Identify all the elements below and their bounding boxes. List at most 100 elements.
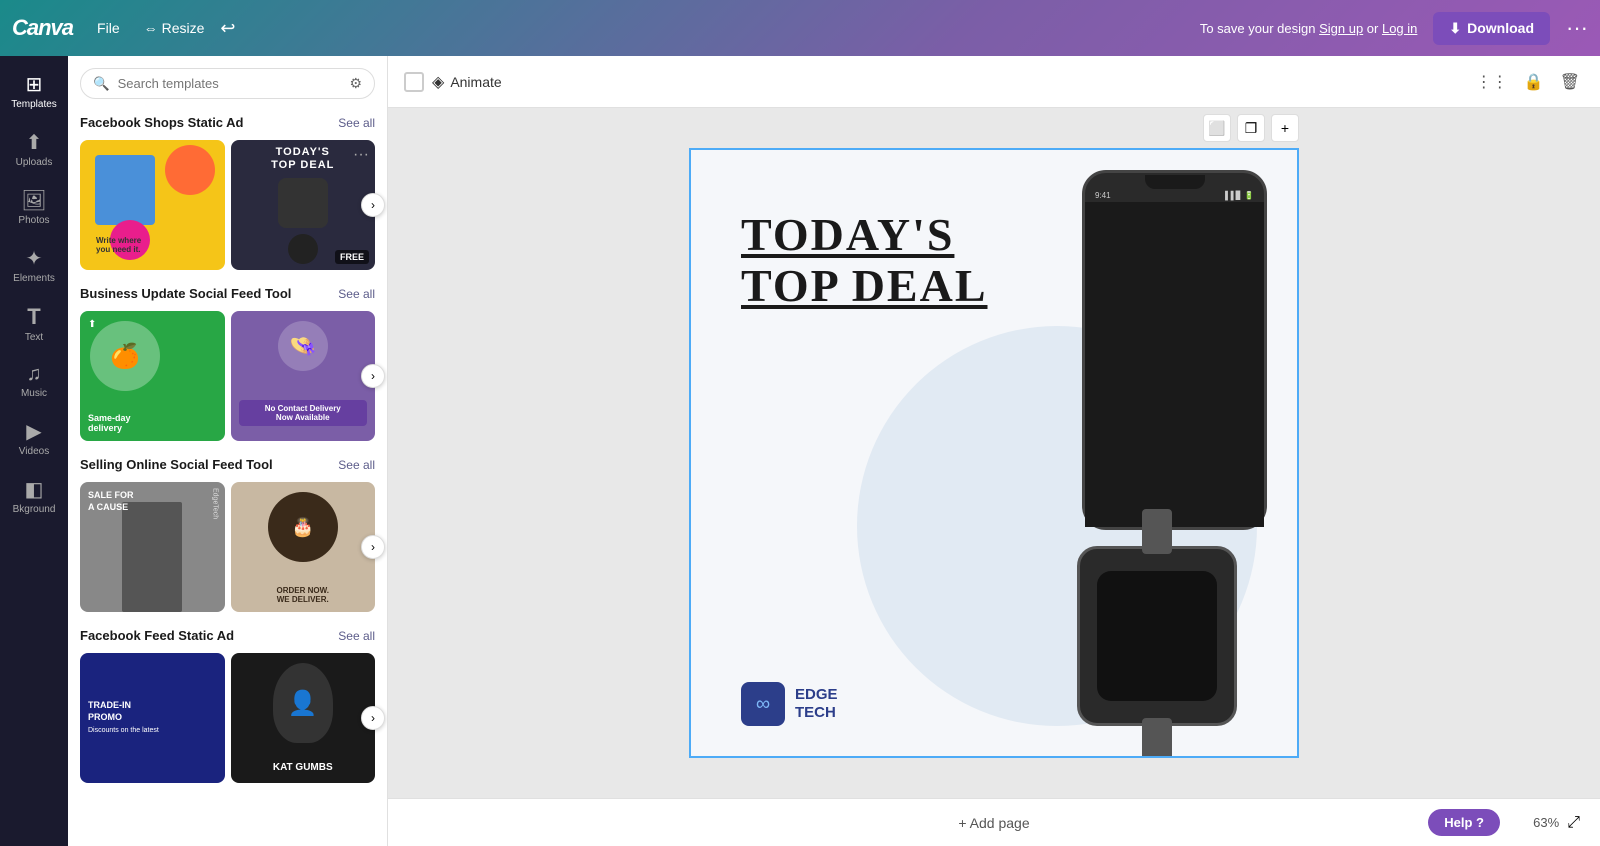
videos-icon: ▶ — [26, 419, 41, 444]
save-prompt: To save your design Sign up or Log in — [1200, 21, 1418, 36]
section-title-selling-online: Selling Online Social Feed Tool — [80, 457, 273, 472]
zoom-expand-button[interactable]: ⤢ — [1567, 814, 1580, 832]
more-options-button[interactable]: ··· — [1566, 15, 1588, 41]
sidebar-item-templates[interactable]: ⊞ Templates — [4, 64, 64, 118]
sidebar-item-photos[interactable]: 🖼 Photos — [4, 180, 64, 234]
brand-text: EDGE TECH — [795, 686, 838, 722]
watch-band-top — [1142, 509, 1172, 554]
see-all-business-update[interactable]: See all — [338, 287, 375, 301]
animate-button[interactable]: ◈ Animate — [432, 72, 502, 92]
section-header-business-update: Business Update Social Feed Tool See all — [80, 286, 375, 301]
bottom-bar: + Add page 63% ⤢ Help ? — [388, 798, 1600, 846]
watch-band-bottom — [1142, 718, 1172, 758]
template-card-fb1[interactable]: Write whereyou need it. — [80, 140, 225, 270]
template-card-fb2[interactable]: ··· TODAY'STOP DEAL FREE — [231, 140, 376, 270]
phone-status-bar: 9:41 ▐▐ ▊ 🔋 — [1085, 189, 1264, 202]
template-card-bu2[interactable]: 👒 No Contact DeliveryNow Available — [231, 311, 376, 441]
grid-view-button[interactable]: ⋮⋮ — [1472, 68, 1512, 96]
watch-screen — [1097, 571, 1217, 701]
carousel-arrow-facebook-feed[interactable]: › — [361, 706, 385, 730]
canvas-area: ◈ Animate ⋮⋮ 🔒 🗑 ⬜ ❐ + — [388, 56, 1600, 846]
file-menu[interactable]: File — [89, 16, 128, 40]
topbar: Canva File ⇔ Resize ↩ To save your desig… — [0, 0, 1600, 56]
add-page-button[interactable]: + Add page — [958, 815, 1029, 831]
phone-mockup[interactable]: 9:41 ▐▐ ▊ 🔋 — [1082, 170, 1267, 530]
template-grid-business-update: 🍊 Same-daydelivery ⬆ 👒 No Contact Delive… — [80, 311, 375, 441]
lock-button[interactable]: 🔒 — [1520, 68, 1548, 96]
section-header-selling-online: Selling Online Social Feed Tool See all — [80, 457, 375, 472]
free-badge-fb2: FREE — [335, 250, 369, 264]
canvas-brand-logo[interactable]: ∞ EDGE TECH — [741, 682, 838, 726]
design-canvas[interactable]: TODAY'S TOP DEAL 9:41 ▐▐ ▊ 🔋 — [689, 148, 1299, 758]
phone-icons: ▐▐ ▊ 🔋 — [1222, 191, 1254, 200]
template-card-ff2[interactable]: 👤 KAT GUMBS — [231, 653, 376, 783]
sidebar-item-background[interactable]: ◧ Bkground — [4, 469, 64, 523]
main-layout: ⊞ Templates ⬆ Uploads 🖼 Photos ✦ Element… — [0, 56, 1600, 846]
section-title-facebook-shops: Facebook Shops Static Ad — [80, 115, 244, 130]
carousel-arrow-facebook-shops[interactable]: › — [361, 193, 385, 217]
search-icon-button[interactable]: 🔍 — [93, 76, 110, 92]
phone-notch — [1145, 175, 1205, 189]
frame-add-button[interactable]: + — [1271, 114, 1299, 142]
card-dots-menu[interactable]: ··· — [353, 146, 369, 164]
carousel-arrow-business-update[interactable]: › — [361, 364, 385, 388]
resize-button[interactable]: ⇔ Resize — [144, 20, 205, 36]
title-line1: TODAY'S — [741, 210, 988, 261]
undo-button[interactable]: ↩ — [220, 18, 235, 39]
frame-select-button[interactable]: ⬜ — [1203, 114, 1231, 142]
help-button[interactable]: Help ? — [1428, 809, 1500, 836]
zoom-level: 63% — [1533, 815, 1559, 830]
template-card-so1[interactable]: SALE FORA CAUSE EdgeTech — [80, 482, 225, 612]
see-all-facebook-feed[interactable]: See all — [338, 629, 375, 643]
canvas-title[interactable]: TODAY'S TOP DEAL — [741, 210, 988, 311]
carousel-arrow-selling-online[interactable]: › — [361, 535, 385, 559]
search-input[interactable] — [118, 76, 342, 91]
template-grid-facebook-feed: TRADE-INPROMODiscounts on the latest 👤 K… — [80, 653, 375, 783]
uploads-icon: ⬆ — [26, 130, 43, 155]
text-icon: T — [27, 304, 40, 330]
log-in-link[interactable]: Log in — [1382, 21, 1417, 36]
template-card-ff1[interactable]: TRADE-INPROMODiscounts on the latest — [80, 653, 225, 783]
see-all-facebook-shops[interactable]: See all — [338, 116, 375, 130]
canvas-container: ⬜ ❐ + TODAY'S TOP DEAL — [689, 148, 1299, 758]
sidebar-item-videos[interactable]: ▶ Videos — [4, 411, 64, 465]
frame-controls: ⬜ ❐ + — [1203, 114, 1299, 142]
download-icon: ⬇ — [1449, 20, 1461, 37]
elements-icon: ✦ — [26, 246, 43, 271]
template-grid-selling-online: SALE FORA CAUSE EdgeTech 🎂 ORDER NOW.WE … — [80, 482, 375, 612]
templates-panel: 🔍 ⚙ Facebook Shops Static Ad See all Wri… — [68, 56, 388, 846]
watch-mockup[interactable] — [1077, 546, 1237, 726]
music-icon: ♫ — [27, 363, 42, 386]
sidebar-item-text[interactable]: T Text — [4, 296, 64, 351]
download-button[interactable]: ⬇ Download — [1433, 12, 1550, 45]
see-all-selling-online[interactable]: See all — [338, 458, 375, 472]
animate-icon: ◈ — [432, 72, 444, 92]
canvas-toolbar: ◈ Animate ⋮⋮ 🔒 🗑 — [388, 56, 1600, 108]
trash-button[interactable]: 🗑 — [1556, 68, 1584, 96]
template-card-so2[interactable]: 🎂 ORDER NOW.WE DELIVER. — [231, 482, 376, 612]
sidebar-icons: ⊞ Templates ⬆ Uploads 🖼 Photos ✦ Element… — [0, 56, 68, 846]
search-icon: 🔍 — [93, 76, 110, 91]
section-title-facebook-feed: Facebook Feed Static Ad — [80, 628, 234, 643]
templates-icon: ⊞ — [26, 72, 43, 97]
page-checkbox[interactable] — [404, 72, 424, 92]
title-line2: TOP DEAL — [741, 261, 988, 312]
canvas-scroll[interactable]: ⬜ ❐ + TODAY'S TOP DEAL — [388, 108, 1600, 798]
filter-button[interactable]: ⚙ — [349, 75, 362, 92]
photos-icon: 🖼 — [21, 188, 46, 213]
phone-screen — [1085, 202, 1264, 527]
frame-duplicate-button[interactable]: ❐ — [1237, 114, 1265, 142]
sidebar-item-music[interactable]: ♫ Music — [4, 355, 64, 407]
brand-icon: ∞ — [741, 682, 785, 726]
canva-logo: Canva — [12, 15, 73, 41]
resize-icon: ⇔ — [144, 20, 158, 36]
search-bar: 🔍 ⚙ — [80, 68, 375, 99]
canvas-toolbar-right: ⋮⋮ 🔒 🗑 — [1472, 68, 1584, 96]
sign-up-link[interactable]: Sign up — [1319, 21, 1363, 36]
sidebar-item-uploads[interactable]: ⬆ Uploads — [4, 122, 64, 176]
zoom-controls: 63% ⤢ — [1533, 814, 1580, 832]
background-icon: ◧ — [25, 477, 44, 502]
section-title-business-update: Business Update Social Feed Tool — [80, 286, 291, 301]
template-card-bu1[interactable]: 🍊 Same-daydelivery ⬆ — [80, 311, 225, 441]
sidebar-item-elements[interactable]: ✦ Elements — [4, 238, 64, 292]
